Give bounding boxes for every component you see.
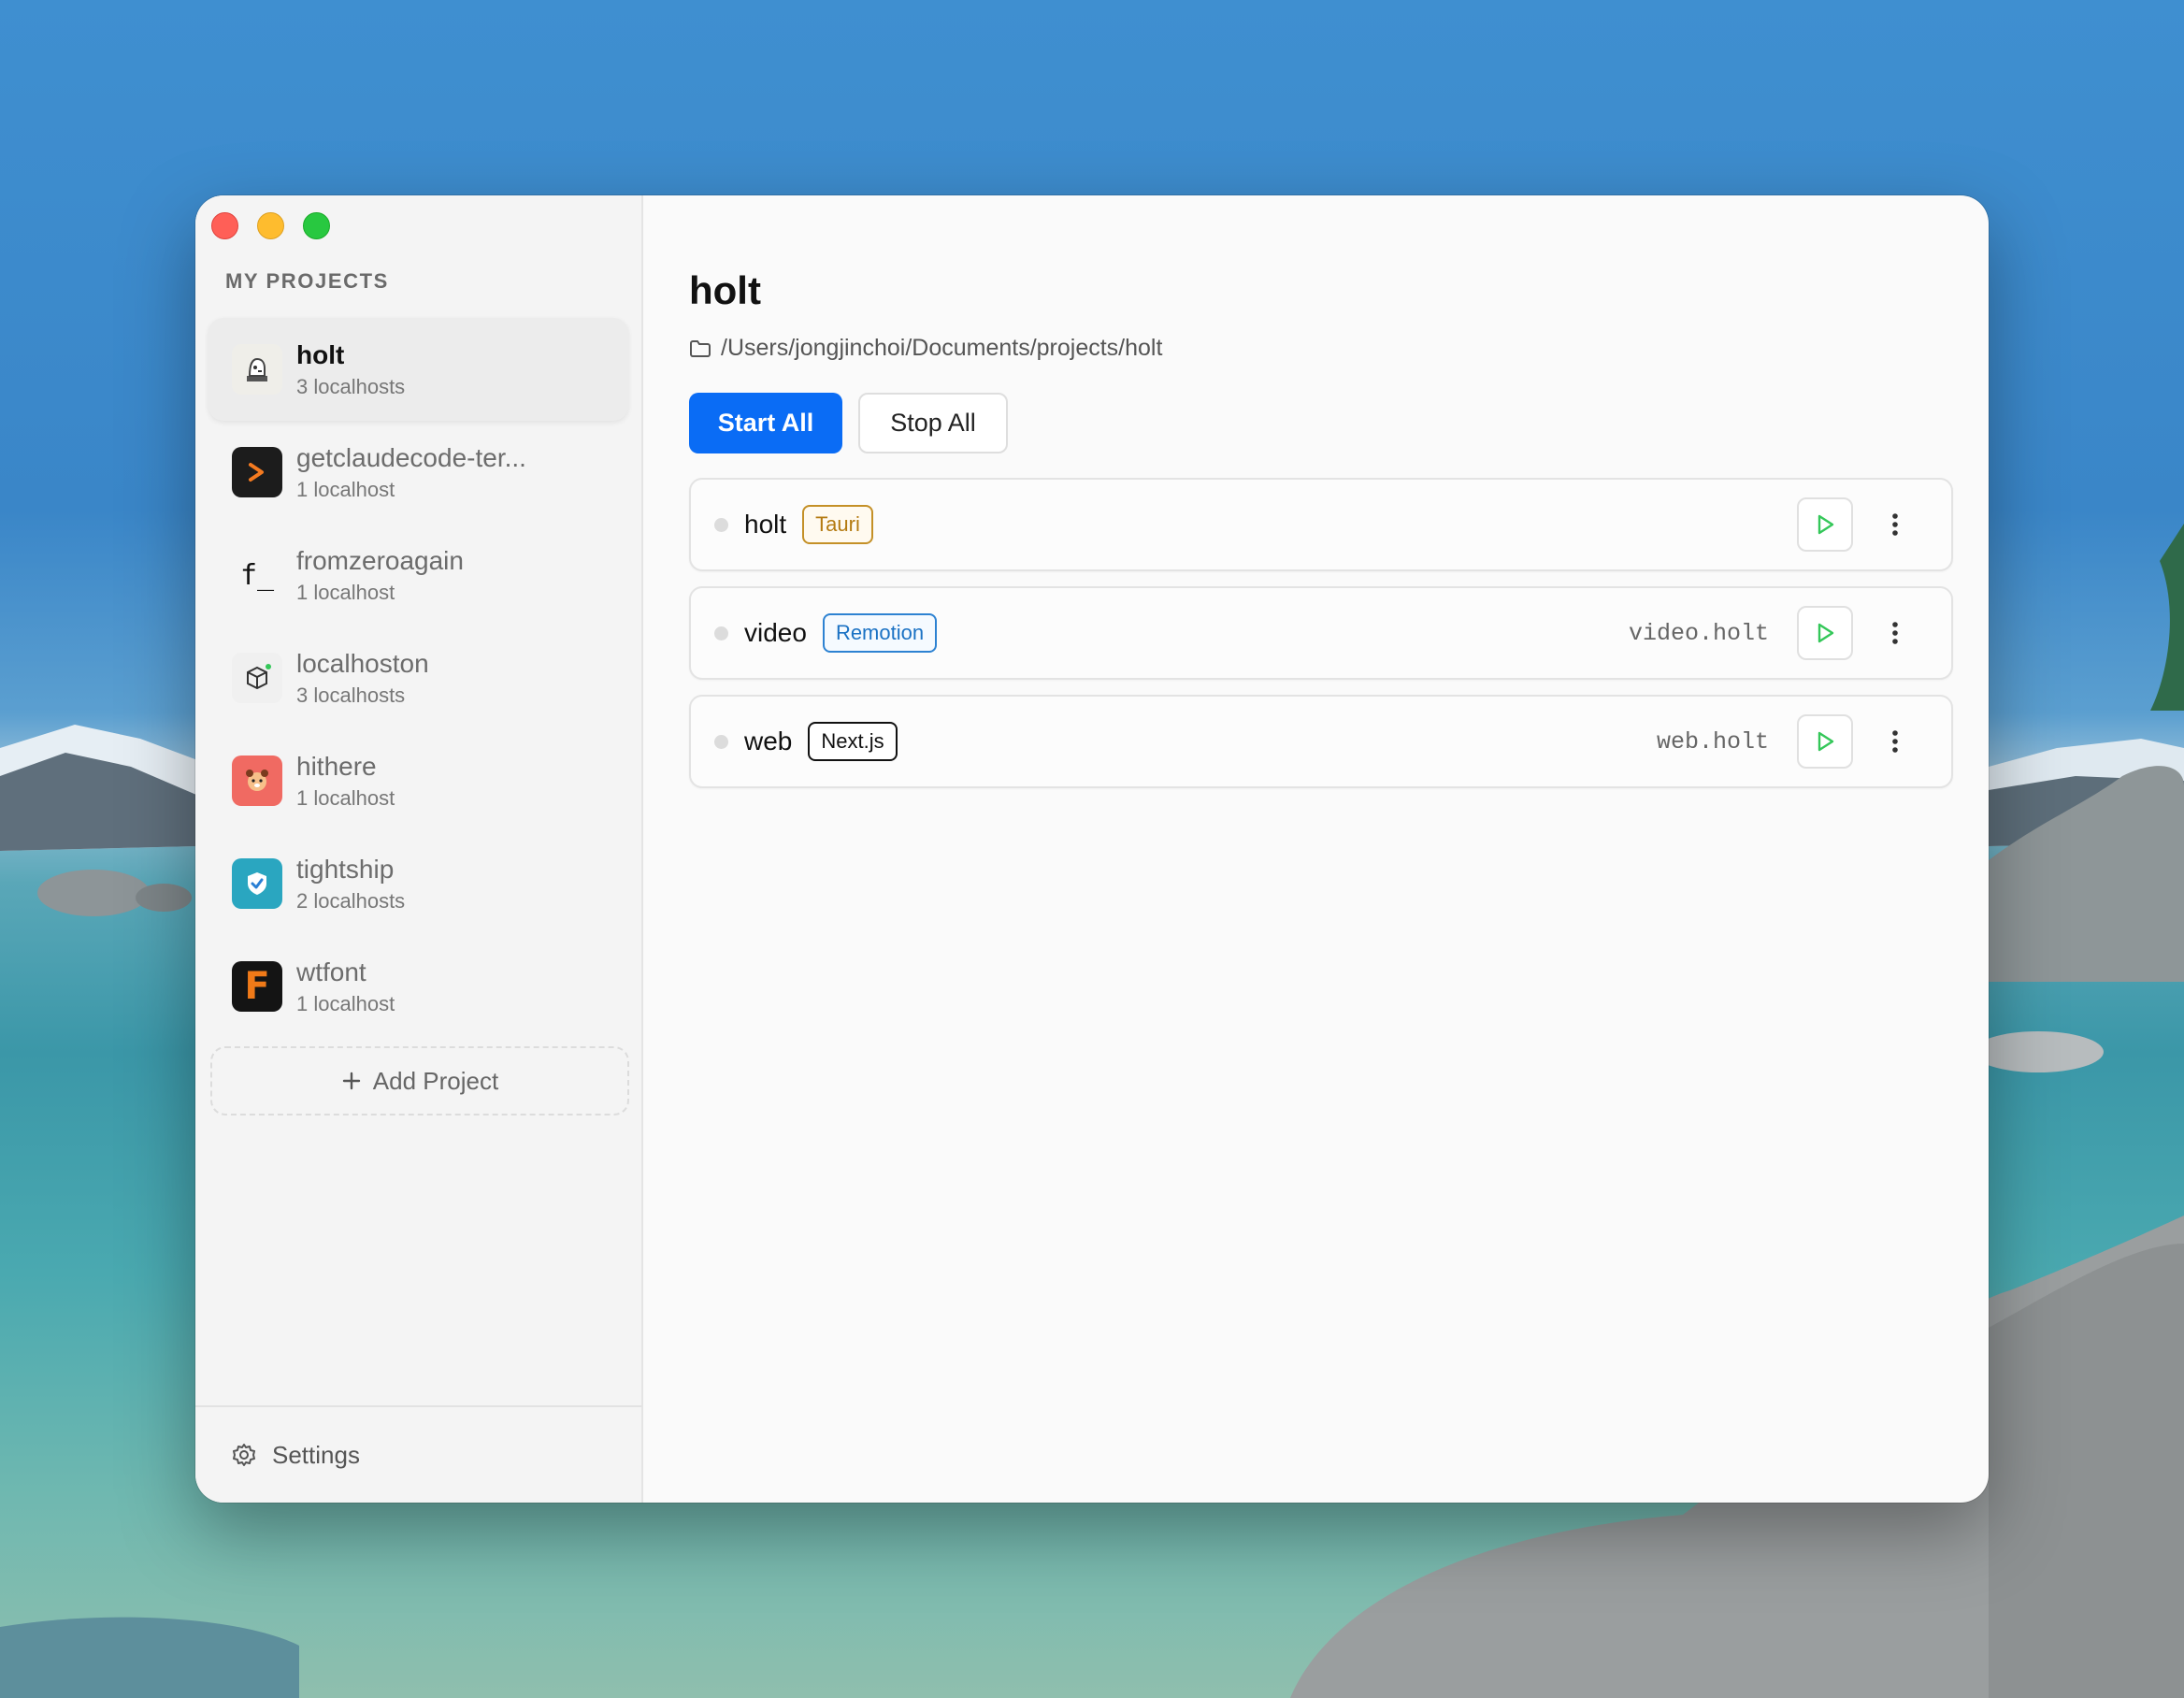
- project-item-getclaudecode[interactable]: getclaudecode-ter... 1 localhost: [208, 421, 628, 524]
- framework-badge: Tauri: [802, 505, 873, 544]
- project-name: wtfont: [296, 957, 366, 986]
- project-item-fromzeroagain[interactable]: f_ fromzeroagain 1 localhost: [208, 524, 628, 626]
- wtfont-f-icon: F: [232, 961, 282, 1012]
- project-item-tightship[interactable]: tightship 2 localhosts: [208, 832, 628, 935]
- add-project-button[interactable]: Add Project: [210, 1046, 629, 1115]
- service-row-video: video Remotion video.holt: [689, 586, 1953, 680]
- minimize-window-button[interactable]: [257, 212, 284, 239]
- project-path-text: /Users/jongjinchoi/Documents/projects/ho…: [721, 335, 1163, 361]
- settings-button[interactable]: Settings: [195, 1405, 641, 1503]
- project-name: localhoston: [296, 649, 429, 678]
- start-all-button[interactable]: Start All: [689, 393, 842, 453]
- more-options-button[interactable]: [1886, 723, 1904, 760]
- close-window-button[interactable]: [211, 212, 238, 239]
- project-name: holt: [296, 340, 345, 369]
- app-window: MY PROJECTS holt 3 localhosts getclaudec…: [195, 195, 1989, 1503]
- project-item-wtfont[interactable]: F wtfont 1 localhost: [208, 935, 628, 1038]
- sidebar: MY PROJECTS holt 3 localhosts getclaudec…: [195, 195, 643, 1503]
- start-service-button[interactable]: [1797, 606, 1853, 660]
- play-icon: [1818, 514, 1834, 535]
- project-name: hithere: [296, 752, 377, 781]
- main-panel: holt /Users/jongjinchoi/Documents/projec…: [643, 195, 1989, 1503]
- holt-logo-icon: [232, 344, 282, 395]
- project-item-holt[interactable]: holt 3 localhosts: [208, 318, 628, 421]
- project-list: holt 3 localhosts getclaudecode-ter... 1…: [208, 318, 628, 1038]
- project-name: getclaudecode-ter...: [296, 443, 526, 472]
- project-localhost-count: 1 localhost: [296, 786, 395, 810]
- more-options-button[interactable]: [1886, 506, 1904, 543]
- status-indicator: [714, 734, 728, 749]
- more-options-button[interactable]: [1886, 614, 1904, 652]
- maximize-window-button[interactable]: [303, 212, 330, 239]
- project-localhost-count: 3 localhosts: [296, 684, 406, 707]
- section-label: MY PROJECTS: [225, 269, 389, 293]
- start-service-button[interactable]: [1797, 714, 1853, 769]
- wtfont-f-glyph: F: [244, 965, 270, 1008]
- service-domain-link[interactable]: video.holt: [1629, 620, 1769, 647]
- shield-check-icon: [232, 858, 282, 909]
- project-item-localhoston[interactable]: localhoston 3 localhosts: [208, 626, 628, 729]
- project-localhost-count: 1 localhost: [296, 992, 395, 1015]
- vertical-ellipsis-icon: [1892, 730, 1898, 753]
- project-name: fromzeroagain: [296, 546, 464, 575]
- project-localhost-count: 1 localhost: [296, 478, 395, 501]
- service-domain-link[interactable]: web.holt: [1657, 728, 1769, 755]
- plus-icon: [342, 1072, 360, 1090]
- project-name: tightship: [296, 855, 395, 884]
- status-indicator: [714, 626, 728, 640]
- terminal-prompt-icon: [232, 447, 282, 497]
- window-controls: [211, 212, 330, 239]
- settings-label: Settings: [272, 1440, 360, 1469]
- service-row-holt: holt Tauri: [689, 478, 1953, 571]
- red-panda-icon: [232, 755, 282, 806]
- framework-badge: Remotion: [822, 613, 938, 653]
- project-item-hithere[interactable]: hithere 1 localhost: [208, 729, 628, 832]
- vertical-ellipsis-icon: [1892, 513, 1898, 536]
- project-localhost-count: 1 localhost: [296, 581, 395, 604]
- page-title: holt: [689, 268, 761, 312]
- vertical-ellipsis-icon: [1892, 622, 1898, 644]
- service-name: web: [744, 727, 793, 755]
- cube-icon: [232, 653, 282, 703]
- framework-badge: Next.js: [808, 722, 898, 761]
- gear-icon: [233, 1444, 255, 1466]
- service-row-web: web Next.js web.holt: [689, 695, 1953, 788]
- status-indicator: [714, 517, 728, 532]
- service-list: holt Tauri video Remotion video.holt web…: [689, 478, 1953, 803]
- project-localhost-count: 2 localhosts: [296, 889, 406, 913]
- service-name: holt: [744, 510, 787, 539]
- project-path: /Users/jongjinchoi/Documents/projects/ho…: [689, 335, 1162, 362]
- play-icon: [1818, 623, 1834, 643]
- f-underscore-glyph: f_: [239, 558, 275, 592]
- service-name: video: [744, 618, 807, 647]
- stop-all-button[interactable]: Stop All: [858, 393, 1008, 453]
- folder-icon: [690, 339, 711, 357]
- project-localhost-count: 3 localhosts: [296, 375, 406, 398]
- f-underscore-icon: f_: [232, 550, 282, 600]
- add-project-label: Add Project: [372, 1066, 499, 1095]
- play-icon: [1818, 731, 1834, 752]
- start-service-button[interactable]: [1797, 497, 1853, 552]
